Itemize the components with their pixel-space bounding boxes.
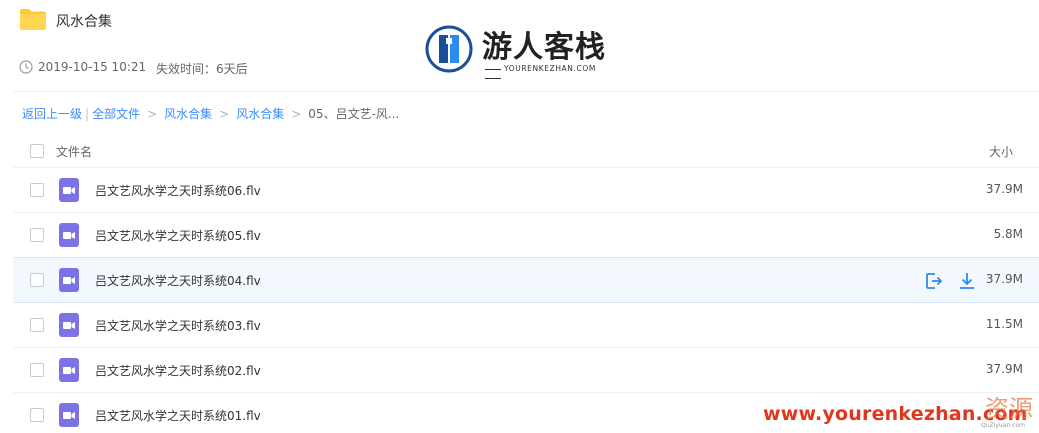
logo-title: 游人客栈 [482, 30, 606, 65]
site-logo: 游人客栈 YOURENKEZHAN.COM [424, 22, 614, 78]
breadcrumb-level2-link[interactable]: 风水合集 [236, 107, 284, 121]
file-name-link[interactable]: 吕文艺风水学之天时系统03.flv [95, 317, 261, 334]
file-table: 文件名 大小 吕文艺风水学之天时系统06.flv 37.9M 吕文艺风水学之天时… [13, 128, 1039, 433]
share-save-icon[interactable] [924, 271, 944, 291]
share-header: 风水合集 2019-10-15 10:21 失效时间：6天后 游人客栈 YOUR… [0, 0, 1039, 92]
file-name-link[interactable]: 吕文艺风水学之天时系统05.flv [95, 227, 261, 244]
table-row[interactable]: 吕文艺风水学之天时系统05.flv 5.8M [13, 213, 1039, 258]
file-name-link[interactable]: 吕文艺风水学之天时系统01.flv [95, 407, 261, 424]
folder-icon [20, 9, 46, 30]
breadcrumb-chevron-icon: > [291, 107, 302, 121]
file-name-link[interactable]: 吕文艺风水学之天时系统02.flv [95, 362, 261, 379]
column-header-name[interactable]: 文件名 [56, 143, 92, 160]
file-size: 37.9M [985, 362, 1023, 376]
expire-time: 失效时间：6天后 [156, 62, 248, 76]
table-header: 文件名 大小 [13, 128, 1039, 168]
breadcrumb: 返回上一级 | 全部文件 > 风水合集 > 风水合集 >05、吕文艺-风... [22, 105, 399, 122]
watermark-brand: 资源 [985, 395, 1033, 423]
file-size: 37.9M [985, 272, 1023, 286]
video-file-icon [59, 178, 79, 202]
table-row[interactable]: 吕文艺风水学之天时系统06.flv 37.9M [13, 168, 1039, 213]
file-size: 37.9M [985, 182, 1023, 196]
video-file-icon [59, 223, 79, 247]
breadcrumb-level1-link[interactable]: 风水合集 [164, 107, 212, 121]
watermark-subtext: QuZiyuan.com [981, 422, 1025, 429]
logo-mark-icon [425, 25, 473, 73]
row-checkbox[interactable] [30, 408, 44, 422]
logo-subtitle: YOURENKEZHAN.COM [482, 64, 614, 82]
breadcrumb-chevron-icon: > [147, 107, 158, 121]
row-checkbox[interactable] [30, 363, 44, 377]
row-checkbox[interactable] [30, 183, 44, 197]
file-size: 5.8M [993, 227, 1023, 241]
breadcrumb-separator: | [85, 107, 90, 121]
breadcrumb-all-files-link[interactable]: 全部文件 [92, 107, 140, 121]
select-all-checkbox[interactable] [30, 144, 44, 158]
row-checkbox[interactable] [30, 318, 44, 332]
video-file-icon [59, 313, 79, 337]
breadcrumb-current: 05、吕文艺-风... [308, 107, 400, 121]
row-checkbox[interactable] [30, 228, 44, 242]
file-name-link[interactable]: 吕文艺风水学之天时系统06.flv [95, 182, 261, 199]
share-date: 2019-10-15 10:21 [38, 60, 147, 74]
table-row[interactable]: 吕文艺风水学之天时系统03.flv 11.5M [13, 303, 1039, 348]
clock-icon [19, 60, 33, 74]
header-divider [13, 91, 1039, 92]
breadcrumb-chevron-icon: > [219, 107, 230, 121]
watermark: www.yourenkezhan.com 资源 QuZiyuan.com [763, 389, 1033, 433]
video-file-icon [59, 268, 79, 292]
video-file-icon [59, 358, 79, 382]
folder-title: 风水合集 [56, 14, 112, 30]
download-icon[interactable] [957, 271, 977, 291]
file-name-link[interactable]: 吕文艺风水学之天时系统04.flv [95, 272, 261, 289]
table-row[interactable]: 吕文艺风水学之天时系统04.flv 37.9M [13, 257, 1039, 303]
video-file-icon [59, 403, 79, 427]
column-header-size[interactable]: 大小 [989, 143, 1013, 160]
row-checkbox[interactable] [30, 273, 44, 287]
file-size: 11.5M [985, 317, 1023, 331]
table-row[interactable]: 吕文艺风水学之天时系统02.flv 37.9M [13, 348, 1039, 393]
breadcrumb-back-link[interactable]: 返回上一级 [22, 107, 82, 121]
